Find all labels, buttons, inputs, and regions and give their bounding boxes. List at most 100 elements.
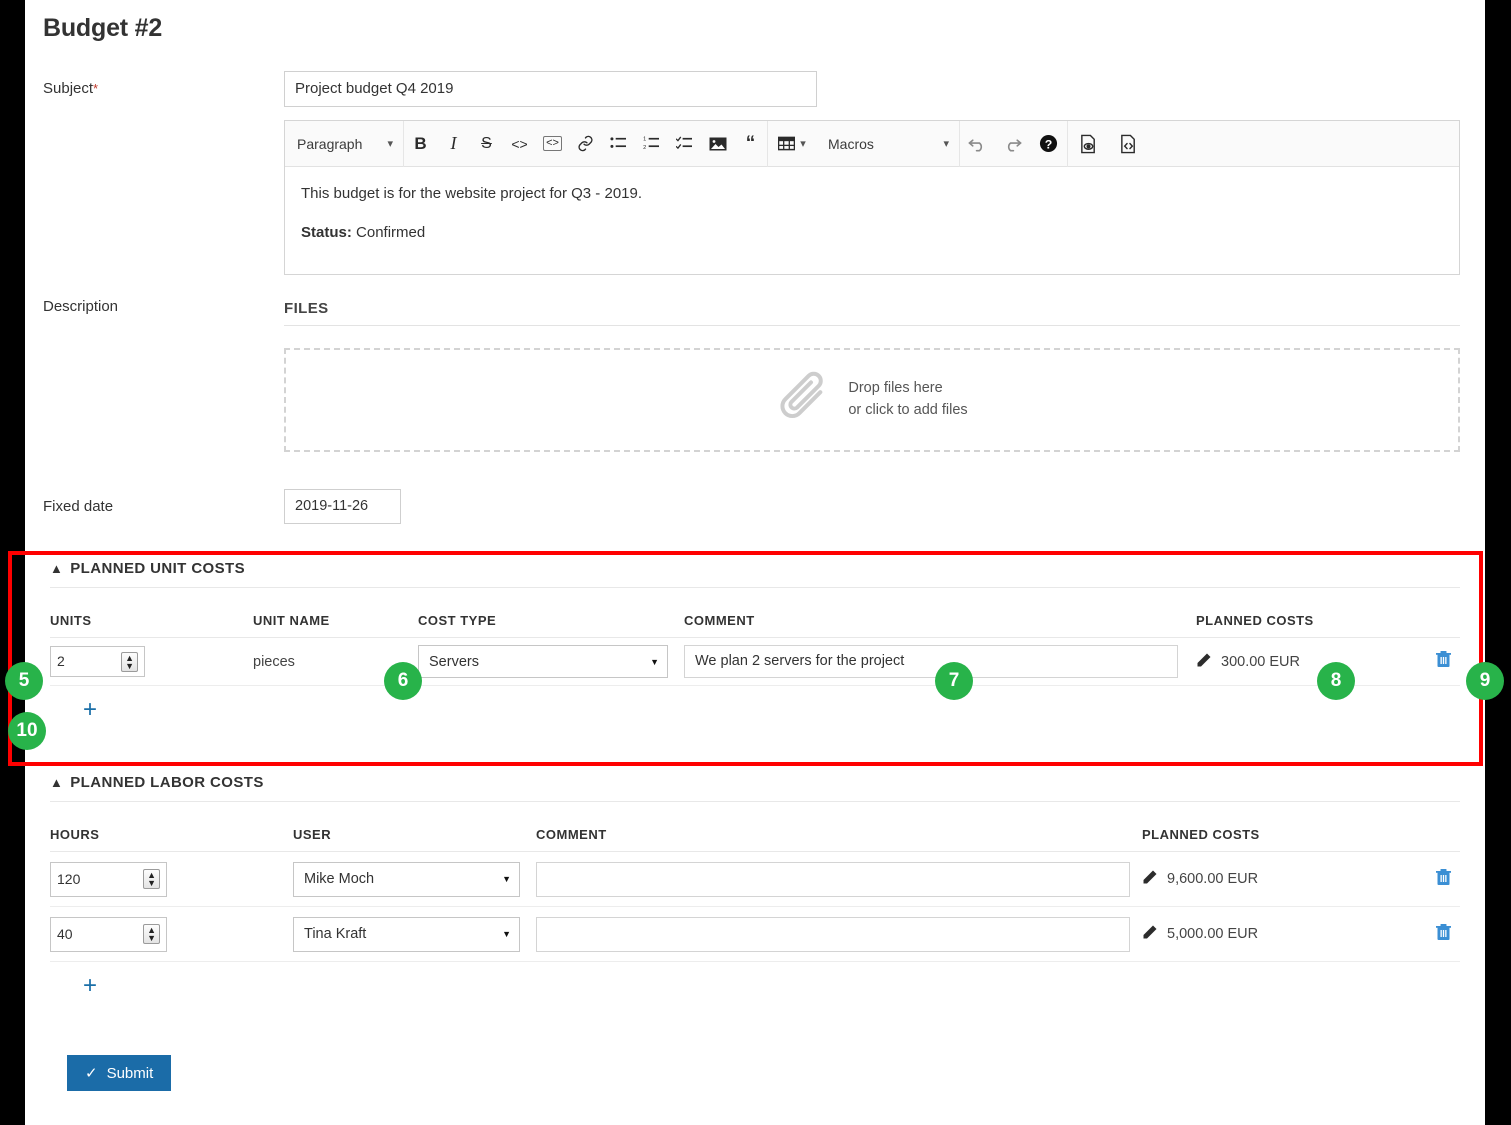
fixed-date-label: Fixed date — [43, 498, 113, 515]
subject-input[interactable]: Project budget Q4 2019 — [284, 71, 817, 107]
files-section-title: FILES — [284, 300, 1460, 326]
chevron-down-icon: ▾ — [387, 137, 393, 150]
pencil-icon[interactable] — [1142, 869, 1158, 889]
description-editor: Paragraph ▾ B I S <> <> 12 — [284, 120, 1460, 275]
macros-label: Macros — [828, 136, 874, 152]
labor-costs-header-row: HOURS USER COMMENT PLANNED COSTS — [50, 802, 1460, 852]
planned-labor-costs-section: ▲ PLANNED LABOR COSTS HOURS USER COMMENT… — [50, 774, 1460, 1010]
editor-content[interactable]: This budget is for the website project f… — [285, 167, 1459, 241]
dropzone-line-1: Drop files here — [848, 380, 942, 396]
delete-row-button[interactable] — [1435, 923, 1452, 946]
preview-icon[interactable] — [1068, 121, 1108, 167]
table-icon[interactable]: ▾ — [768, 121, 816, 167]
user-select[interactable]: Mike Moch ▼ — [293, 862, 520, 897]
planned-costs-value: 300.00 EUR — [1221, 654, 1300, 670]
callout-badge-6: 6 — [384, 662, 422, 700]
col-user: USER — [293, 827, 536, 842]
check-icon: ✓ — [85, 1064, 98, 1082]
col-unit-name: UNIT NAME — [253, 613, 418, 628]
planned-costs-cell: 5,000.00 EUR — [1142, 924, 1342, 944]
quote-icon[interactable]: “ — [734, 121, 767, 167]
col-cost-type: COST TYPE — [418, 613, 684, 628]
redo-icon[interactable] — [995, 121, 1030, 167]
col-comment: COMMENT — [684, 613, 1196, 628]
chevron-down-icon: ▼ — [502, 874, 511, 884]
bullet-list-icon[interactable] — [602, 121, 635, 167]
user-select[interactable]: Tina Kraft ▼ — [293, 917, 520, 952]
hours-value: 40 — [57, 918, 73, 951]
planned-labor-costs-title[interactable]: ▲ PLANNED LABOR COSTS — [50, 774, 1460, 802]
units-value: 2 — [57, 647, 65, 676]
chevron-up-icon: ▲ — [50, 561, 63, 576]
macros-select[interactable]: Macros ▾ — [816, 121, 959, 167]
table-row: 2 ▲▼ pieces Servers ▼ We plan 2 servers … — [50, 638, 1460, 686]
col-hours: HOURS — [50, 827, 293, 842]
file-dropzone[interactable]: Drop files here or click to add files — [284, 348, 1460, 452]
add-row-button[interactable]: + — [50, 686, 1460, 734]
pencil-icon[interactable] — [1196, 652, 1212, 672]
source-icon[interactable] — [1108, 121, 1148, 167]
cost-type-value: Servers — [429, 654, 479, 670]
bold-icon[interactable]: B — [404, 121, 437, 167]
help-icon[interactable]: ? — [1030, 121, 1067, 167]
delete-row-button[interactable] — [1435, 868, 1452, 891]
chevron-up-icon: ▲ — [50, 775, 63, 790]
planned-unit-costs-title-text: PLANNED UNIT COSTS — [70, 560, 245, 577]
unit-costs-header-row: UNITS UNIT NAME COST TYPE COMMENT PLANNE… — [50, 588, 1460, 638]
stepper-icon[interactable]: ▲▼ — [121, 652, 138, 672]
chevron-down-icon: ▼ — [502, 929, 511, 939]
paragraph-style-select[interactable]: Paragraph ▾ — [285, 121, 403, 167]
planned-unit-costs-title[interactable]: ▲ PLANNED UNIT COSTS — [50, 560, 1460, 588]
planned-unit-costs-section: ▲ PLANNED UNIT COSTS UNITS UNIT NAME COS… — [50, 560, 1460, 734]
editor-paragraph-1: This budget is for the website project f… — [301, 185, 1443, 202]
comment-input[interactable]: We plan 2 servers for the project — [684, 645, 1178, 678]
planned-costs-value: 9,600.00 EUR — [1167, 871, 1258, 887]
dropzone-line-2: or click to add files — [848, 402, 967, 418]
dropzone-text: Drop files here or click to add files — [848, 378, 967, 422]
callout-badge-8: 8 — [1317, 662, 1355, 700]
undo-icon[interactable] — [960, 121, 995, 167]
units-input[interactable]: 2 ▲▼ — [50, 646, 145, 677]
callout-badge-5: 5 — [5, 662, 43, 700]
submit-button-label: Submit — [107, 1065, 154, 1082]
paperclip-icon — [776, 370, 832, 431]
labor-comment-input[interactable] — [536, 862, 1130, 897]
code-block-icon[interactable]: <> — [536, 121, 569, 167]
description-label: Description — [43, 298, 118, 315]
numbered-list-icon[interactable]: 12 — [635, 121, 668, 167]
cost-type-select[interactable]: Servers ▼ — [418, 645, 668, 678]
paragraph-style-label: Paragraph — [297, 136, 362, 152]
planned-costs-cell: 9,600.00 EUR — [1142, 869, 1342, 889]
image-icon[interactable] — [701, 121, 734, 167]
subject-label: Subject* — [43, 80, 98, 97]
planned-costs-cell: 300.00 EUR — [1196, 652, 1396, 672]
link-icon[interactable] — [569, 121, 602, 167]
add-row-button[interactable]: + — [50, 962, 1460, 1010]
planned-labor-costs-title-text: PLANNED LABOR COSTS — [70, 774, 263, 791]
status-label: Status: — [301, 224, 352, 241]
italic-icon[interactable]: I — [437, 121, 470, 167]
fixed-date-input[interactable]: 2019-11-26 — [284, 489, 401, 524]
svg-text:1: 1 — [643, 137, 646, 143]
callout-badge-9: 9 — [1466, 662, 1504, 700]
hours-value: 120 — [57, 863, 80, 896]
col-planned-costs: PLANNED COSTS — [1142, 827, 1342, 842]
callout-badge-10: 10 — [8, 712, 46, 750]
pencil-icon[interactable] — [1142, 924, 1158, 944]
task-list-icon[interactable] — [668, 121, 701, 167]
delete-row-button[interactable] — [1435, 650, 1452, 673]
editor-toolbar: Paragraph ▾ B I S <> <> 12 — [285, 121, 1459, 167]
hours-input[interactable]: 120 ▲▼ — [50, 862, 167, 897]
submit-button[interactable]: ✓ Submit — [67, 1055, 171, 1091]
status-value: Confirmed — [356, 224, 425, 241]
stepper-icon[interactable]: ▲▼ — [143, 924, 160, 944]
inline-code-icon[interactable]: <> — [503, 121, 536, 167]
subject-label-text: Subject — [43, 80, 93, 97]
hours-input[interactable]: 40 ▲▼ — [50, 917, 167, 952]
svg-text:2: 2 — [643, 145, 646, 151]
table-row: 40 ▲▼ Tina Kraft ▼ 5,000.00 EUR — [50, 907, 1460, 962]
user-value: Mike Moch — [304, 871, 374, 887]
stepper-icon[interactable]: ▲▼ — [143, 869, 160, 889]
strikethrough-icon[interactable]: S — [470, 121, 503, 167]
labor-comment-input[interactable] — [536, 917, 1130, 952]
